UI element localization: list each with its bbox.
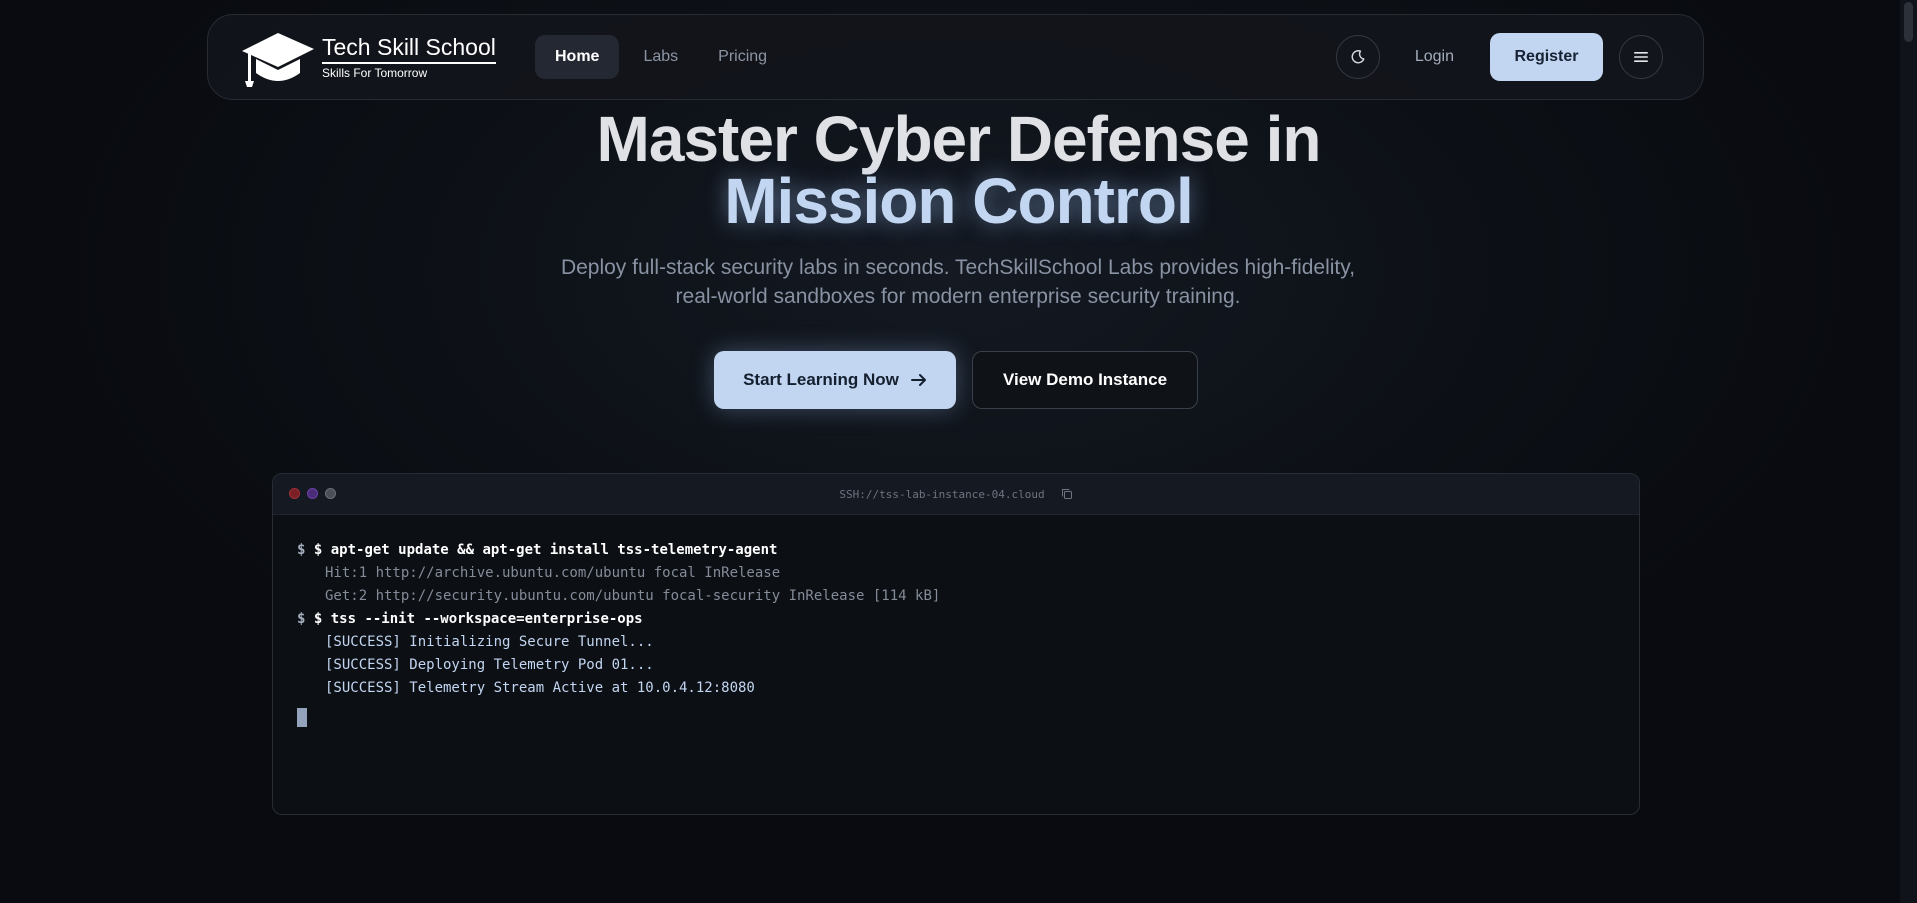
scrollbar-thumb[interactable] [1904, 2, 1913, 42]
top-navbar: Tech Skill School Skills For Tomorrow Ho… [207, 14, 1704, 100]
hero-title-line1: Master Cyber Defense in [596, 103, 1322, 175]
nav-actions: Login Register [1335, 33, 1663, 81]
terminal-output: Hit:1 http://archive.ubuntu.com/ubuntu f… [325, 565, 781, 581]
copy-button[interactable] [1061, 488, 1073, 500]
close-dot[interactable] [289, 488, 300, 499]
menu-button[interactable] [1619, 35, 1663, 79]
terminal-success: [SUCCESS] Deploying Telemetry Pod 01... [325, 657, 654, 673]
terminal-title: SSH://tss-lab-instance-04.cloud [839, 487, 1045, 501]
terminal-header: SSH://tss-lab-instance-04.cloud [273, 474, 1639, 515]
terminal-window: SSH://tss-lab-instance-04.cloud $ $ apt-… [272, 473, 1640, 815]
moon-icon [1351, 50, 1365, 64]
terminal-command: $ tss --init --workspace=enterprise-ops [313, 611, 643, 627]
copy-icon [1061, 489, 1072, 499]
terminal-body: $ $ apt-get update && apt-get install ts… [273, 515, 1639, 735]
view-demo-button[interactable]: View Demo Instance [972, 351, 1198, 409]
window-controls [289, 488, 336, 499]
minimize-dot[interactable] [307, 488, 318, 499]
terminal-success: [SUCCESS] Initializing Secure Tunnel... [325, 634, 654, 650]
brand-subtitle: Skills For Tomorrow [322, 66, 428, 80]
brand-title: Tech Skill School [322, 34, 496, 64]
hero-title-highlight: Mission Control [724, 165, 1194, 237]
terminal-line: $ $ apt-get update && apt-get install ts… [297, 539, 1615, 562]
hamburger-menu-icon [1634, 52, 1648, 62]
graduation-cap-icon [242, 33, 314, 87]
main-nav: Home Labs Pricing [535, 35, 787, 79]
terminal-output: Get:2 http://security.ubuntu.com/ubuntu … [325, 588, 941, 604]
hero-subtitle: Deploy full-stack security labs in secon… [560, 256, 1356, 308]
terminal-command: $ apt-get update && apt-get install tss-… [313, 542, 778, 558]
nav-link-home[interactable]: Home [535, 35, 620, 79]
theme-toggle-button[interactable] [1335, 35, 1380, 79]
login-link[interactable]: Login [1415, 48, 1454, 66]
nav-link-labs[interactable]: Labs [623, 35, 698, 79]
arrow-right-icon [910, 374, 926, 386]
terminal-cursor [297, 708, 307, 727]
hero-title: Master Cyber Defense in Mission Control [0, 103, 1917, 237]
start-learning-button[interactable]: Start Learning Now [714, 351, 956, 409]
start-learning-label: Start Learning Now [743, 370, 899, 389]
register-button[interactable]: Register [1490, 33, 1603, 81]
nav-link-pricing[interactable]: Pricing [698, 35, 787, 79]
brand-logo-link[interactable]: Tech Skill School Skills For Tomorrow [238, 27, 496, 87]
maximize-dot[interactable] [325, 488, 336, 499]
terminal-prompt: $ [297, 611, 306, 627]
terminal-success: [SUCCESS] Telemetry Stream Active at 10.… [325, 680, 755, 696]
terminal-line: $ $ tss --init --workspace=enterprise-op… [297, 608, 1615, 631]
terminal-prompt: $ [297, 542, 306, 558]
